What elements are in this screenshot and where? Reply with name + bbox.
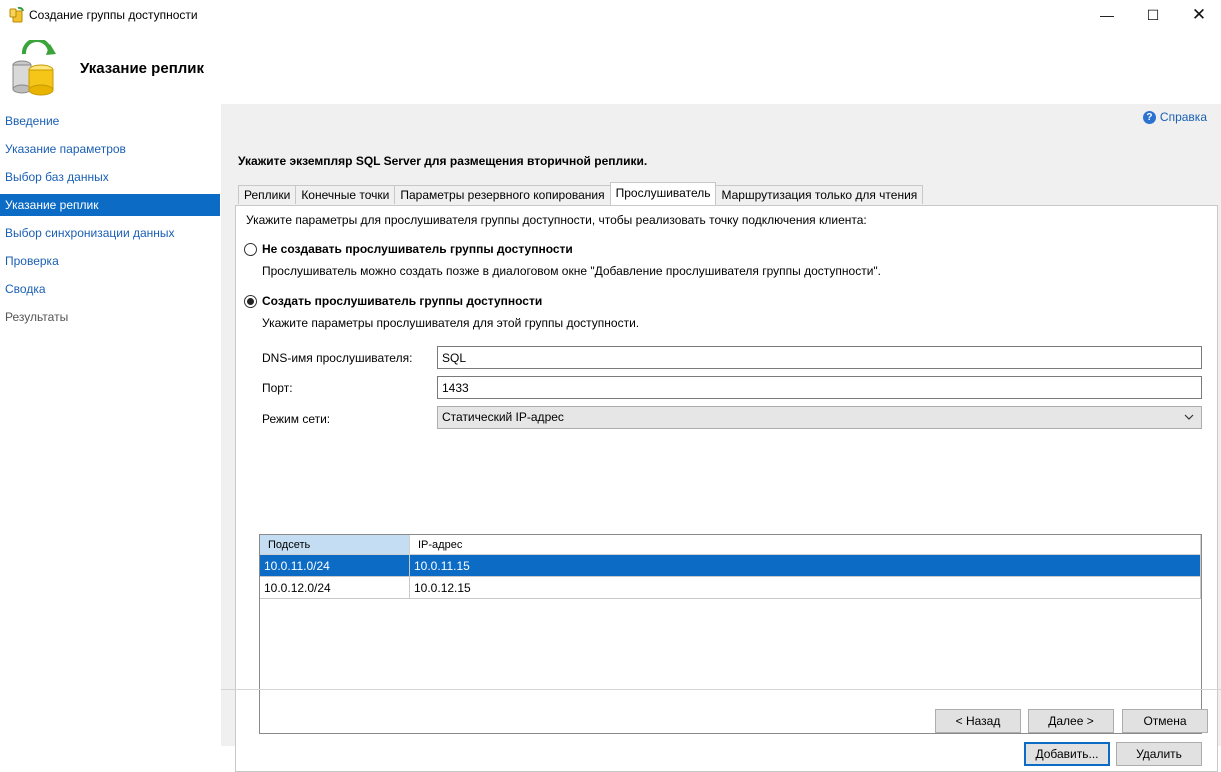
tab-replicas[interactable]: Реплики (238, 185, 297, 204)
sidebar-item-parameters[interactable]: Указание параметров (0, 138, 220, 160)
table-row[interactable]: 10.0.11.0/24 10.0.11.15 (260, 555, 1201, 577)
tab-read-only-routing[interactable]: Маршрутизация только для чтения (715, 185, 924, 204)
grid-header-subnet[interactable]: Подсеть (260, 535, 410, 555)
cancel-button[interactable]: Отмена (1122, 709, 1208, 733)
minimize-button[interactable]: — (1084, 0, 1130, 30)
title-bar: Создание группы доступности — ☐ ✕ (0, 0, 1221, 30)
help-link[interactable]: ? Справка (1142, 110, 1207, 124)
sidebar-item-validation[interactable]: Проверка (0, 250, 220, 272)
close-button[interactable]: ✕ (1176, 0, 1221, 30)
help-icon: ? (1142, 110, 1156, 124)
port-label: Порт: (262, 381, 293, 395)
app-icon (9, 7, 24, 23)
network-mode-value: Статический IP-адрес (442, 410, 564, 424)
close-icon: ✕ (1191, 5, 1207, 24)
sidebar-item-intro[interactable]: Введение (0, 110, 220, 132)
next-button[interactable]: Далее > (1028, 709, 1114, 733)
radio-no-listener-circle[interactable] (244, 242, 257, 256)
database-icon (12, 40, 56, 96)
chevron-down-icon (1184, 414, 1194, 420)
grid-cell-ip: 10.0.12.15 (410, 577, 1201, 599)
radio-create-listener-label: Создать прослушиватель группы доступност… (262, 294, 543, 308)
grid-header: Подсеть IP-адрес (260, 535, 1201, 555)
sidebar-item-data-sync[interactable]: Выбор синхронизации данных (0, 222, 220, 244)
maximize-button[interactable]: ☐ (1130, 0, 1176, 30)
maximize-icon: ☐ (1146, 6, 1160, 23)
port-input[interactable] (437, 376, 1202, 399)
tab-endpoints[interactable]: Конечные точки (295, 185, 396, 204)
tab-backup-preferences[interactable]: Параметры резервного копирования (394, 185, 611, 204)
tab-strip: Реплики Конечные точки Параметры резервн… (238, 182, 924, 205)
radio-no-listener[interactable]: Не создавать прослушиватель группы досту… (244, 242, 573, 256)
page-title: Указание реплик (80, 60, 205, 77)
dns-name-input[interactable] (437, 346, 1202, 369)
radio-no-listener-description: Прослушиватель можно создать позже в диа… (262, 264, 882, 278)
subnet-grid[interactable]: Подсеть IP-адрес 10.0.11.0/24 10.0.11.15… (259, 534, 1202, 734)
grid-cell-subnet: 10.0.11.0/24 (260, 555, 410, 577)
dns-name-label: DNS-имя прослушивателя: (262, 351, 413, 365)
sidebar-item-databases[interactable]: Выбор баз данных (0, 166, 220, 188)
footer-divider (221, 689, 1221, 690)
listener-intro: Укажите параметры для прослушивателя гру… (246, 213, 867, 227)
radio-create-listener-circle[interactable] (244, 294, 257, 308)
back-button[interactable]: < Назад (935, 709, 1021, 733)
grid-header-ip[interactable]: IP-адрес (410, 535, 1201, 555)
minimize-icon: — (1100, 7, 1114, 23)
radio-no-listener-label: Не создавать прослушиватель группы досту… (262, 242, 573, 256)
instruction-text: Укажите экземпляр SQL Server для размеще… (238, 154, 648, 168)
sidebar-item-results: Результаты (5, 310, 69, 324)
grid-cell-subnet: 10.0.12.0/24 (260, 577, 410, 599)
grid-cell-ip: 10.0.11.15 (410, 555, 1201, 577)
wizard-sidebar: Введение Указание параметров Выбор баз д… (0, 104, 220, 746)
table-row[interactable]: 10.0.12.0/24 10.0.12.15 (260, 577, 1201, 599)
network-mode-label: Режим сети: (262, 412, 331, 426)
tab-listener[interactable]: Прослушиватель (609, 182, 717, 205)
radio-create-listener[interactable]: Создать прослушиватель группы доступност… (244, 294, 542, 308)
listener-panel: Укажите параметры для прослушивателя гру… (235, 205, 1218, 772)
help-label: Справка (1159, 110, 1207, 124)
wizard-content: ? Справка Укажите экземпляр SQL Server д… (221, 104, 1221, 772)
network-mode-select[interactable]: Статический IP-адрес (437, 406, 1202, 429)
sidebar-item-summary[interactable]: Сводка (0, 278, 220, 300)
window-title: Создание группы доступности (29, 8, 198, 22)
wizard-header: Указание реплик (0, 30, 1221, 104)
sidebar-item-replicas[interactable]: Указание реплик (0, 194, 220, 216)
radio-create-listener-description: Укажите параметры прослушивателя для это… (262, 316, 640, 330)
